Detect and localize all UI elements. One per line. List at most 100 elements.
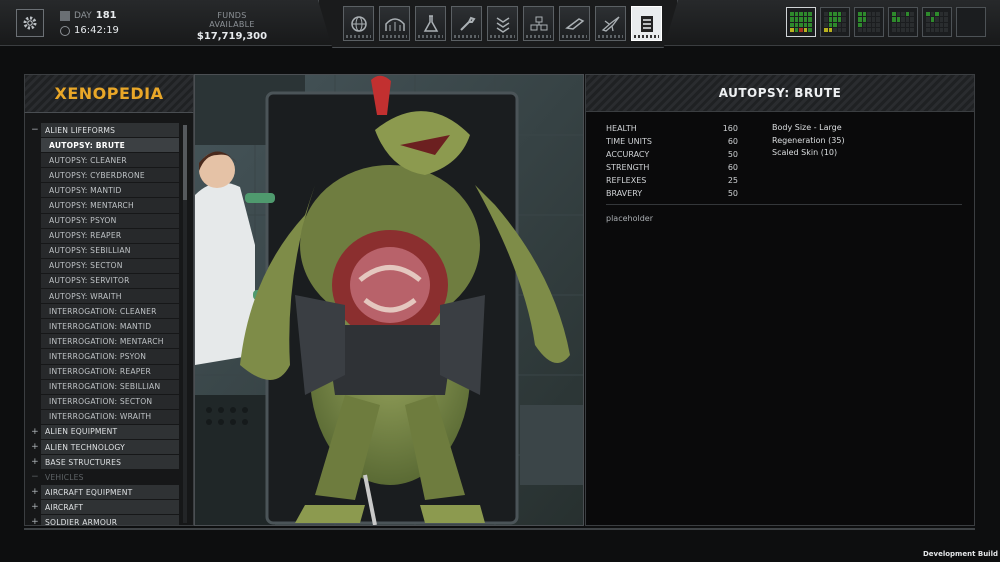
nav-xenopedia-button[interactable]: [631, 6, 662, 41]
tree-entry[interactable]: AUTOPSY: CLEANER: [29, 153, 179, 168]
collapse-icon[interactable]: −: [29, 125, 41, 135]
aircraft-icon: [601, 15, 620, 32]
tree-entry[interactable]: INTERROGATION: SECTON: [29, 394, 179, 409]
stat-value: 60: [727, 163, 738, 172]
tree-entry[interactable]: INTERROGATION: CLEANER: [29, 304, 179, 319]
divider: [606, 204, 962, 205]
tree-entry[interactable]: AUTOPSY: WRAITH: [29, 289, 179, 304]
nav-soldiers-button[interactable]: [487, 6, 518, 41]
tree-item-label: AUTOPSY: PSYON: [41, 213, 179, 228]
tree-category[interactable]: + SOLDIER ARMOUR: [29, 515, 179, 525]
traits-list: Body Size - Large Regeneration (35) Scaled…: [772, 122, 845, 160]
tree-entry[interactable]: AUTOPSY: BRUTE: [29, 138, 179, 153]
tree-item-label: AUTOPSY: MANTID: [41, 183, 179, 198]
soldier-rank-icon: [496, 16, 509, 33]
tree-item-label: INTERROGATION: SECTON: [41, 394, 179, 409]
tree-category[interactable]: + ALIEN TECHNOLOGY: [29, 439, 179, 455]
trait-item: Regeneration (35): [772, 135, 845, 145]
base-minimap: [858, 12, 880, 32]
stat-value: 50: [727, 150, 738, 159]
stats-table: HEALTH 160 TIME UNITS 60 ACCURACY 50 STRENGTH 6…: [606, 122, 738, 200]
tree-item-label: INTERROGATION: PSYON: [41, 349, 179, 364]
globe-icon: [350, 15, 367, 32]
tree-entry[interactable]: AUTOPSY: REAPER: [29, 228, 179, 243]
base-minimap: [892, 12, 914, 32]
tree-item-label: SOLDIER ARMOUR: [41, 515, 179, 525]
gear-icon: [23, 16, 37, 30]
tree-item-label: INTERROGATION: CLEANER: [41, 304, 179, 319]
tree-item-label: AUTOPSY: SEBILLIAN: [41, 243, 179, 258]
tree-category[interactable]: + AIRCRAFT EQUIPMENT: [29, 485, 179, 500]
expand-icon[interactable]: +: [29, 502, 41, 512]
stat-name: STRENGTH: [606, 163, 650, 172]
expand-icon[interactable]: +: [29, 427, 41, 437]
base-minimap: [790, 12, 812, 32]
entry-description: placeholder: [606, 214, 653, 223]
nav-geoscape-button[interactable]: [343, 6, 374, 41]
tree-entry[interactable]: INTERROGATION: MENTARCH: [29, 334, 179, 349]
collapse-icon: −: [31, 472, 39, 483]
expand-icon[interactable]: +: [29, 517, 41, 525]
nav-engineering-button[interactable]: [451, 6, 482, 41]
tree-entry[interactable]: AUTOPSY: SEBILLIAN: [29, 243, 179, 258]
base-minimap: [926, 12, 948, 32]
tree-entry[interactable]: AUTOPSY: PSYON: [29, 213, 179, 228]
tree-item-label: AUTOPSY: CYBERDRONE: [41, 168, 179, 183]
base-slot-3[interactable]: [854, 7, 884, 37]
tree-entry[interactable]: AUTOPSY: MENTARCH: [29, 198, 179, 213]
stat-name: HEALTH: [606, 124, 637, 133]
tree-item-label: AUTOPSY: MENTARCH: [41, 198, 179, 213]
weapon-icon: [564, 17, 584, 30]
tree-category[interactable]: + AIRCRAFT: [29, 500, 179, 515]
tree-item-label: INTERROGATION: SEBILLIAN: [41, 379, 179, 394]
tree-entry[interactable]: INTERROGATION: SEBILLIAN: [29, 379, 179, 394]
page-title: XENOPEDIA: [54, 84, 164, 103]
stat-value: 25: [727, 176, 738, 185]
nav-weapons-button[interactable]: [559, 6, 590, 41]
autopsy-illustration: [194, 74, 584, 526]
settings-button[interactable]: [16, 9, 44, 37]
tree-category: − VEHICLES: [29, 470, 179, 484]
tree-item-label: INTERROGATION: WRAITH: [41, 409, 179, 424]
stat-name: BRAVERY: [606, 189, 643, 198]
tree-category[interactable]: − ALIEN LIFEFORMS: [29, 123, 179, 138]
stat-row: TIME UNITS 60: [606, 135, 738, 148]
nav-aircraft-button[interactable]: [595, 6, 626, 41]
tree-item-label: INTERROGATION: MANTID: [41, 319, 179, 334]
tree-entry[interactable]: AUTOPSY: SECTON: [29, 258, 179, 273]
tree-item-label: AUTOPSY: REAPER: [41, 228, 179, 243]
expand-icon[interactable]: +: [29, 457, 41, 467]
xenopedia-icon: [640, 15, 653, 32]
build-label: Development Build: [922, 550, 998, 558]
calendar-icon: [60, 11, 70, 21]
tree-entry[interactable]: AUTOPSY: SERVITOR: [29, 273, 179, 289]
tree-entry[interactable]: INTERROGATION: MANTID: [29, 319, 179, 334]
base-slot-1[interactable]: [786, 7, 816, 37]
tree-category[interactable]: + BASE STRUCTURES: [29, 455, 179, 470]
nav-base-button[interactable]: [523, 6, 554, 41]
base-slot-4[interactable]: [888, 7, 918, 37]
base-selector: [786, 7, 986, 37]
expand-icon[interactable]: +: [29, 442, 41, 452]
nav-research-button[interactable]: [415, 6, 446, 41]
expand-icon[interactable]: +: [29, 487, 41, 497]
base-slot-2[interactable]: [820, 7, 850, 37]
tree-entry[interactable]: INTERROGATION: WRAITH: [29, 409, 179, 424]
stat-row: ACCURACY 50: [606, 148, 738, 161]
tree-entry[interactable]: INTERROGATION: PSYON: [29, 349, 179, 364]
stat-row: BRAVERY 50: [606, 187, 738, 200]
nav-hangar-button[interactable]: [379, 6, 410, 41]
tree-entry[interactable]: AUTOPSY: CYBERDRONE: [29, 168, 179, 183]
tree-scrollbar-thumb[interactable]: [183, 125, 187, 200]
stat-value: 60: [727, 137, 738, 146]
engineering-icon: [459, 16, 476, 31]
base-slot-5[interactable]: [922, 7, 952, 37]
tree-item-label: AUTOPSY: SERVITOR: [41, 273, 179, 289]
tree-entry[interactable]: AUTOPSY: MANTID: [29, 183, 179, 198]
tree-category[interactable]: + ALIEN EQUIPMENT: [29, 424, 179, 439]
base-icon: [530, 16, 547, 30]
main-nav: [343, 6, 662, 41]
tree-entry[interactable]: INTERROGATION: REAPER: [29, 364, 179, 379]
entry-title: AUTOPSY: BRUTE: [718, 86, 842, 100]
base-slot-empty[interactable]: [956, 7, 986, 37]
